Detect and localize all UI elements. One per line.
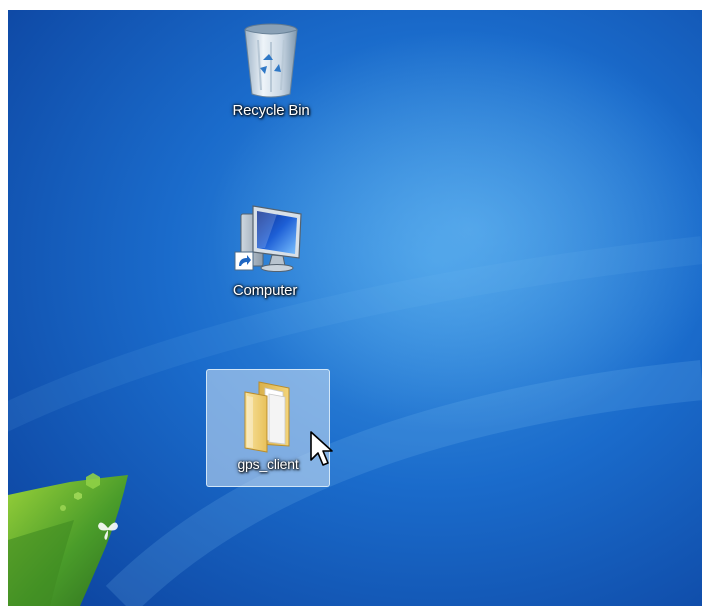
desktop-icon-computer[interactable]: Computer xyxy=(203,196,327,299)
gps-client-label: gps_client xyxy=(237,456,299,472)
computer-shortcut-icon xyxy=(217,200,313,280)
folder-icon xyxy=(220,374,316,454)
desktop-wallpaper xyxy=(0,0,702,606)
recycle-bin-icon xyxy=(223,20,319,100)
recycle-bin-label: Recycle Bin xyxy=(232,102,310,119)
computer-label: Computer xyxy=(232,282,298,299)
desktop[interactable]: Recycle Bin Computer gps_client xyxy=(0,0,702,606)
desktop-icon-gps-client-folder[interactable]: gps_client xyxy=(206,369,330,487)
desktop-icon-recycle-bin[interactable]: Recycle Bin xyxy=(209,16,333,119)
